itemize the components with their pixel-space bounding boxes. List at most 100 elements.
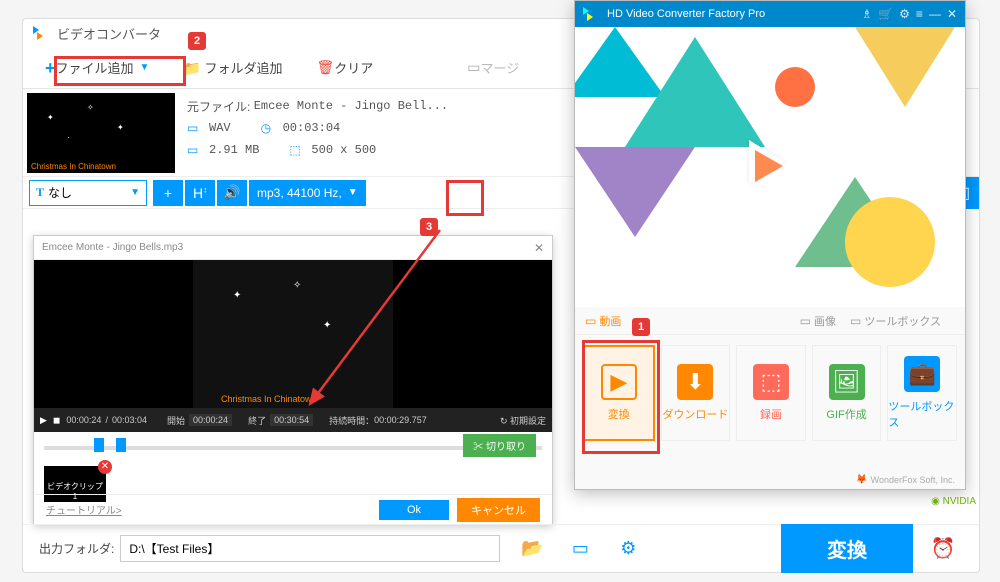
close-button[interactable]: ✕ <box>534 241 544 255</box>
menu-icon[interactable]: ≡ <box>916 7 923 21</box>
duration-label: 持続時間： <box>329 414 374 427</box>
ok-button[interactable]: Ok <box>379 500 449 520</box>
clear-label: クリア <box>334 58 373 77</box>
output-folder-label: 出力フォルダ: <box>39 540 114 557</box>
settings-icon[interactable]: ⚙ <box>899 7 910 21</box>
launcher-title-bar: HD Video Converter Factory Pro ♗ 🛒 ⚙ ≡ —… <box>575 1 965 27</box>
play-button[interactable]: ▶ <box>40 415 47 426</box>
alarm-button[interactable]: ⏰ <box>923 536 963 561</box>
image-icon: ▭ <box>800 314 811 328</box>
trim-playback-controls: ▶ ◼ 00:00:24 / 00:03:04 開始 00:00:24 終了 0… <box>34 408 552 432</box>
callout-2: 2 <box>188 32 206 50</box>
app-title: ビデオコンバータ <box>57 24 161 43</box>
cart-icon[interactable]: 🛒 <box>878 7 893 21</box>
app-gif[interactable]: 🖼 GIF作成 <box>812 345 882 441</box>
cancel-button[interactable]: キャンセル <box>457 498 540 522</box>
callout-box-2 <box>54 56 186 86</box>
preview-caption: Christmas In Chinatown <box>221 394 317 404</box>
callout-box-1-convert <box>582 340 660 454</box>
audio-info-field[interactable]: mp3, 44100 Hz, ▼ <box>249 180 366 206</box>
output-folder-path[interactable]: D:\【Test Files】 <box>120 535 500 562</box>
playback-total: 00:03:04 <box>112 415 147 425</box>
app-record[interactable]: ⬚ 録画 <box>736 345 806 441</box>
dimensions-icon: ⬚ <box>289 143 305 157</box>
app-tools[interactable]: 💼 ツールボックス <box>887 345 957 441</box>
subtitle-value: なし <box>48 184 72 201</box>
trim-start-handle[interactable] <box>94 438 104 452</box>
duration-time: 00:00:29.757 <box>374 415 427 425</box>
preset-button[interactable]: ↻ 初期設定 <box>500 414 546 427</box>
merge-label: マージ <box>480 58 519 77</box>
bottom-bar: 出力フォルダ: D:\【Test Files】 📂 ▭ ⚙ 変換 ⏰ <box>23 524 979 572</box>
audio-button[interactable]: 🔊 <box>217 180 247 206</box>
trim-end-handle[interactable] <box>116 438 126 452</box>
source-dimensions: 500 x 500 <box>311 143 376 157</box>
source-file-label: 元ファイル: <box>187 98 250 115</box>
callout-box-3-trim <box>446 180 484 216</box>
app-download[interactable]: ⬇ ダウンロード <box>661 345 731 441</box>
playback-position: 00:00:24 <box>66 415 101 425</box>
trim-preview: ✦ ✧ ✦ Christmas In Chinatown <box>34 260 552 408</box>
convert-button[interactable]: 変換 <box>781 524 913 573</box>
chevron-down-icon: ▼ <box>348 187 358 198</box>
source-duration: 00:03:04 <box>283 121 341 135</box>
trim-title-bar: Emcee Monte - Jingo Bells.mp3 ✕ <box>34 236 552 260</box>
launcher-title: HD Video Converter Factory Pro <box>607 8 765 20</box>
close-button[interactable]: ✕ <box>947 7 957 21</box>
audio-info-value: mp3, 44100 Hz, <box>257 186 342 200</box>
tutorial-link[interactable]: チュートリアル> <box>46 502 122 517</box>
record-icon: ⬚ <box>753 364 789 400</box>
gif-icon: 🖼 <box>829 364 865 400</box>
browse-folder-button[interactable]: 📂 <box>516 533 548 565</box>
speaker-icon: 🔊 <box>223 184 240 201</box>
subtitle-dropdown[interactable]: T なし ▼ <box>29 180 147 206</box>
start-time[interactable]: 00:00:24 <box>189 414 232 426</box>
vendor-label: WonderFox Soft, Inc. <box>871 475 955 485</box>
launcher-footer: 🦊 WonderFox Soft, Inc. <box>856 474 955 485</box>
thumb-caption: Christmas In Chinatown <box>31 162 116 171</box>
merge-button[interactable]: ▭ マージ <box>455 52 531 83</box>
trim-file-name: Emcee Monte - Jingo Bells.mp3 <box>42 242 183 253</box>
source-format: WAV <box>209 121 231 135</box>
hero-logo-icon <box>725 122 815 212</box>
app-logo-icon <box>583 5 601 23</box>
options-button[interactable]: ▭ <box>564 533 596 565</box>
end-label: 終了 <box>248 414 266 427</box>
delete-clip-button[interactable]: ✕ <box>98 460 112 474</box>
tab-video[interactable]: ▭動画 <box>585 313 621 329</box>
callout-3: 3 <box>420 218 438 236</box>
trash-icon: 🗑 <box>316 59 334 76</box>
add-subtitle-button[interactable]: + <box>153 180 183 206</box>
end-time[interactable]: 00:30:54 <box>270 414 313 426</box>
video-icon: ▭ <box>585 314 596 328</box>
callout-1: 1 <box>632 318 650 336</box>
minimize-button[interactable]: — <box>929 7 941 21</box>
add-folder-label: フォルダ追加 <box>204 58 282 77</box>
stop-button[interactable]: ◼ <box>53 415 60 426</box>
file-thumbnail[interactable]: ✦ ✧ ✦ · Christmas In Chinatown <box>27 93 175 173</box>
settings-button[interactable]: ⚙ <box>612 533 644 565</box>
add-folder-button[interactable]: フォルダ追加 <box>171 52 294 83</box>
tab-image[interactable]: ▭画像 <box>800 313 836 329</box>
fox-icon: 🦊 <box>856 474 867 485</box>
start-label: 開始 <box>167 414 185 427</box>
account-icon[interactable]: ♗ <box>861 7 872 21</box>
clock-icon: ◷ <box>261 121 277 135</box>
nvidia-badge: ◉ NVIDIA <box>931 496 976 507</box>
chevron-down-icon: ▼ <box>130 187 140 198</box>
height-icon: H↕ <box>193 185 207 201</box>
tab-tools[interactable]: ▭ツールボックス <box>850 313 941 329</box>
download-icon: ⬇ <box>677 364 713 400</box>
merge-icon: ▭ <box>467 59 480 76</box>
toolbox-icon: 💼 <box>904 356 940 392</box>
source-file-name: Emcee Monte - Jingo Bell... <box>254 99 448 113</box>
height-button[interactable]: H↕ <box>185 180 215 206</box>
trim-timeline[interactable]: ✂ 切り取り <box>34 432 552 462</box>
clear-button[interactable]: 🗑 クリア <box>304 52 385 83</box>
filesize-icon: ▭ <box>187 143 203 157</box>
cut-button[interactable]: ✂ 切り取り <box>463 434 536 457</box>
launcher-hero <box>575 27 965 307</box>
source-size: 2.91 MB <box>209 143 259 157</box>
app-logo-icon <box>33 24 51 42</box>
trim-dialog: Emcee Monte - Jingo Bells.mp3 ✕ ✦ ✧ ✦ Ch… <box>33 235 553 525</box>
